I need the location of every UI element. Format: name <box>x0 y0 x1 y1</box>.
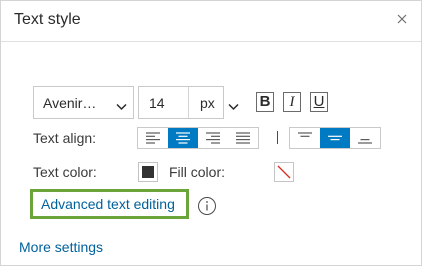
more-settings-link[interactable]: More settings <box>19 239 103 255</box>
align-top-button[interactable] <box>290 128 320 148</box>
fill-color-swatch[interactable] <box>274 162 294 182</box>
align-right-icon <box>206 132 220 144</box>
align-left-button[interactable] <box>138 128 168 148</box>
divider <box>188 87 189 118</box>
no-fill-icon <box>277 165 291 179</box>
align-top-icon <box>298 132 312 137</box>
align-bottom-icon <box>358 138 372 144</box>
text-color-label: Text color: <box>33 164 97 180</box>
font-size-group: px <box>138 86 224 119</box>
align-justify-icon <box>236 132 250 144</box>
bold-button[interactable]: B <box>256 92 274 112</box>
size-unit-value: px <box>200 95 215 111</box>
size-unit-chevron-down-icon[interactable] <box>228 98 239 116</box>
chevron-down-icon <box>116 98 127 116</box>
align-right-button[interactable] <box>198 128 228 148</box>
close-icon[interactable] <box>395 12 409 26</box>
italic-button[interactable]: I <box>283 92 301 112</box>
text-color-fill <box>142 166 154 178</box>
underline-button[interactable]: U <box>310 92 328 112</box>
advanced-editing-highlight: Advanced text editing <box>30 189 189 219</box>
align-middle-button[interactable] <box>320 128 350 148</box>
align-left-icon <box>146 132 160 144</box>
font-family-value: Avenir… <box>43 95 97 111</box>
align-center-button[interactable] <box>168 128 198 148</box>
panel-header: Text style <box>1 1 421 42</box>
text-align-label: Text align: <box>33 130 97 146</box>
fill-color-label: Fill color: <box>169 164 226 180</box>
align-bottom-button[interactable] <box>350 128 380 148</box>
align-middle-icon <box>328 135 342 141</box>
info-icon[interactable] <box>197 196 217 221</box>
font-size-input[interactable] <box>139 87 188 118</box>
panel-title: Text style <box>14 11 81 28</box>
advanced-text-editing-link[interactable]: Advanced text editing <box>41 196 175 212</box>
align-separator <box>277 131 278 144</box>
align-justify-button[interactable] <box>228 128 258 148</box>
vertical-align-group <box>289 127 381 149</box>
align-center-icon <box>176 132 190 144</box>
font-family-select[interactable]: Avenir… <box>33 86 134 119</box>
text-style-panel: Text style Avenir… px B I U Text align: <box>0 0 422 266</box>
text-color-swatch[interactable] <box>138 162 158 182</box>
horizontal-align-group <box>137 127 259 149</box>
